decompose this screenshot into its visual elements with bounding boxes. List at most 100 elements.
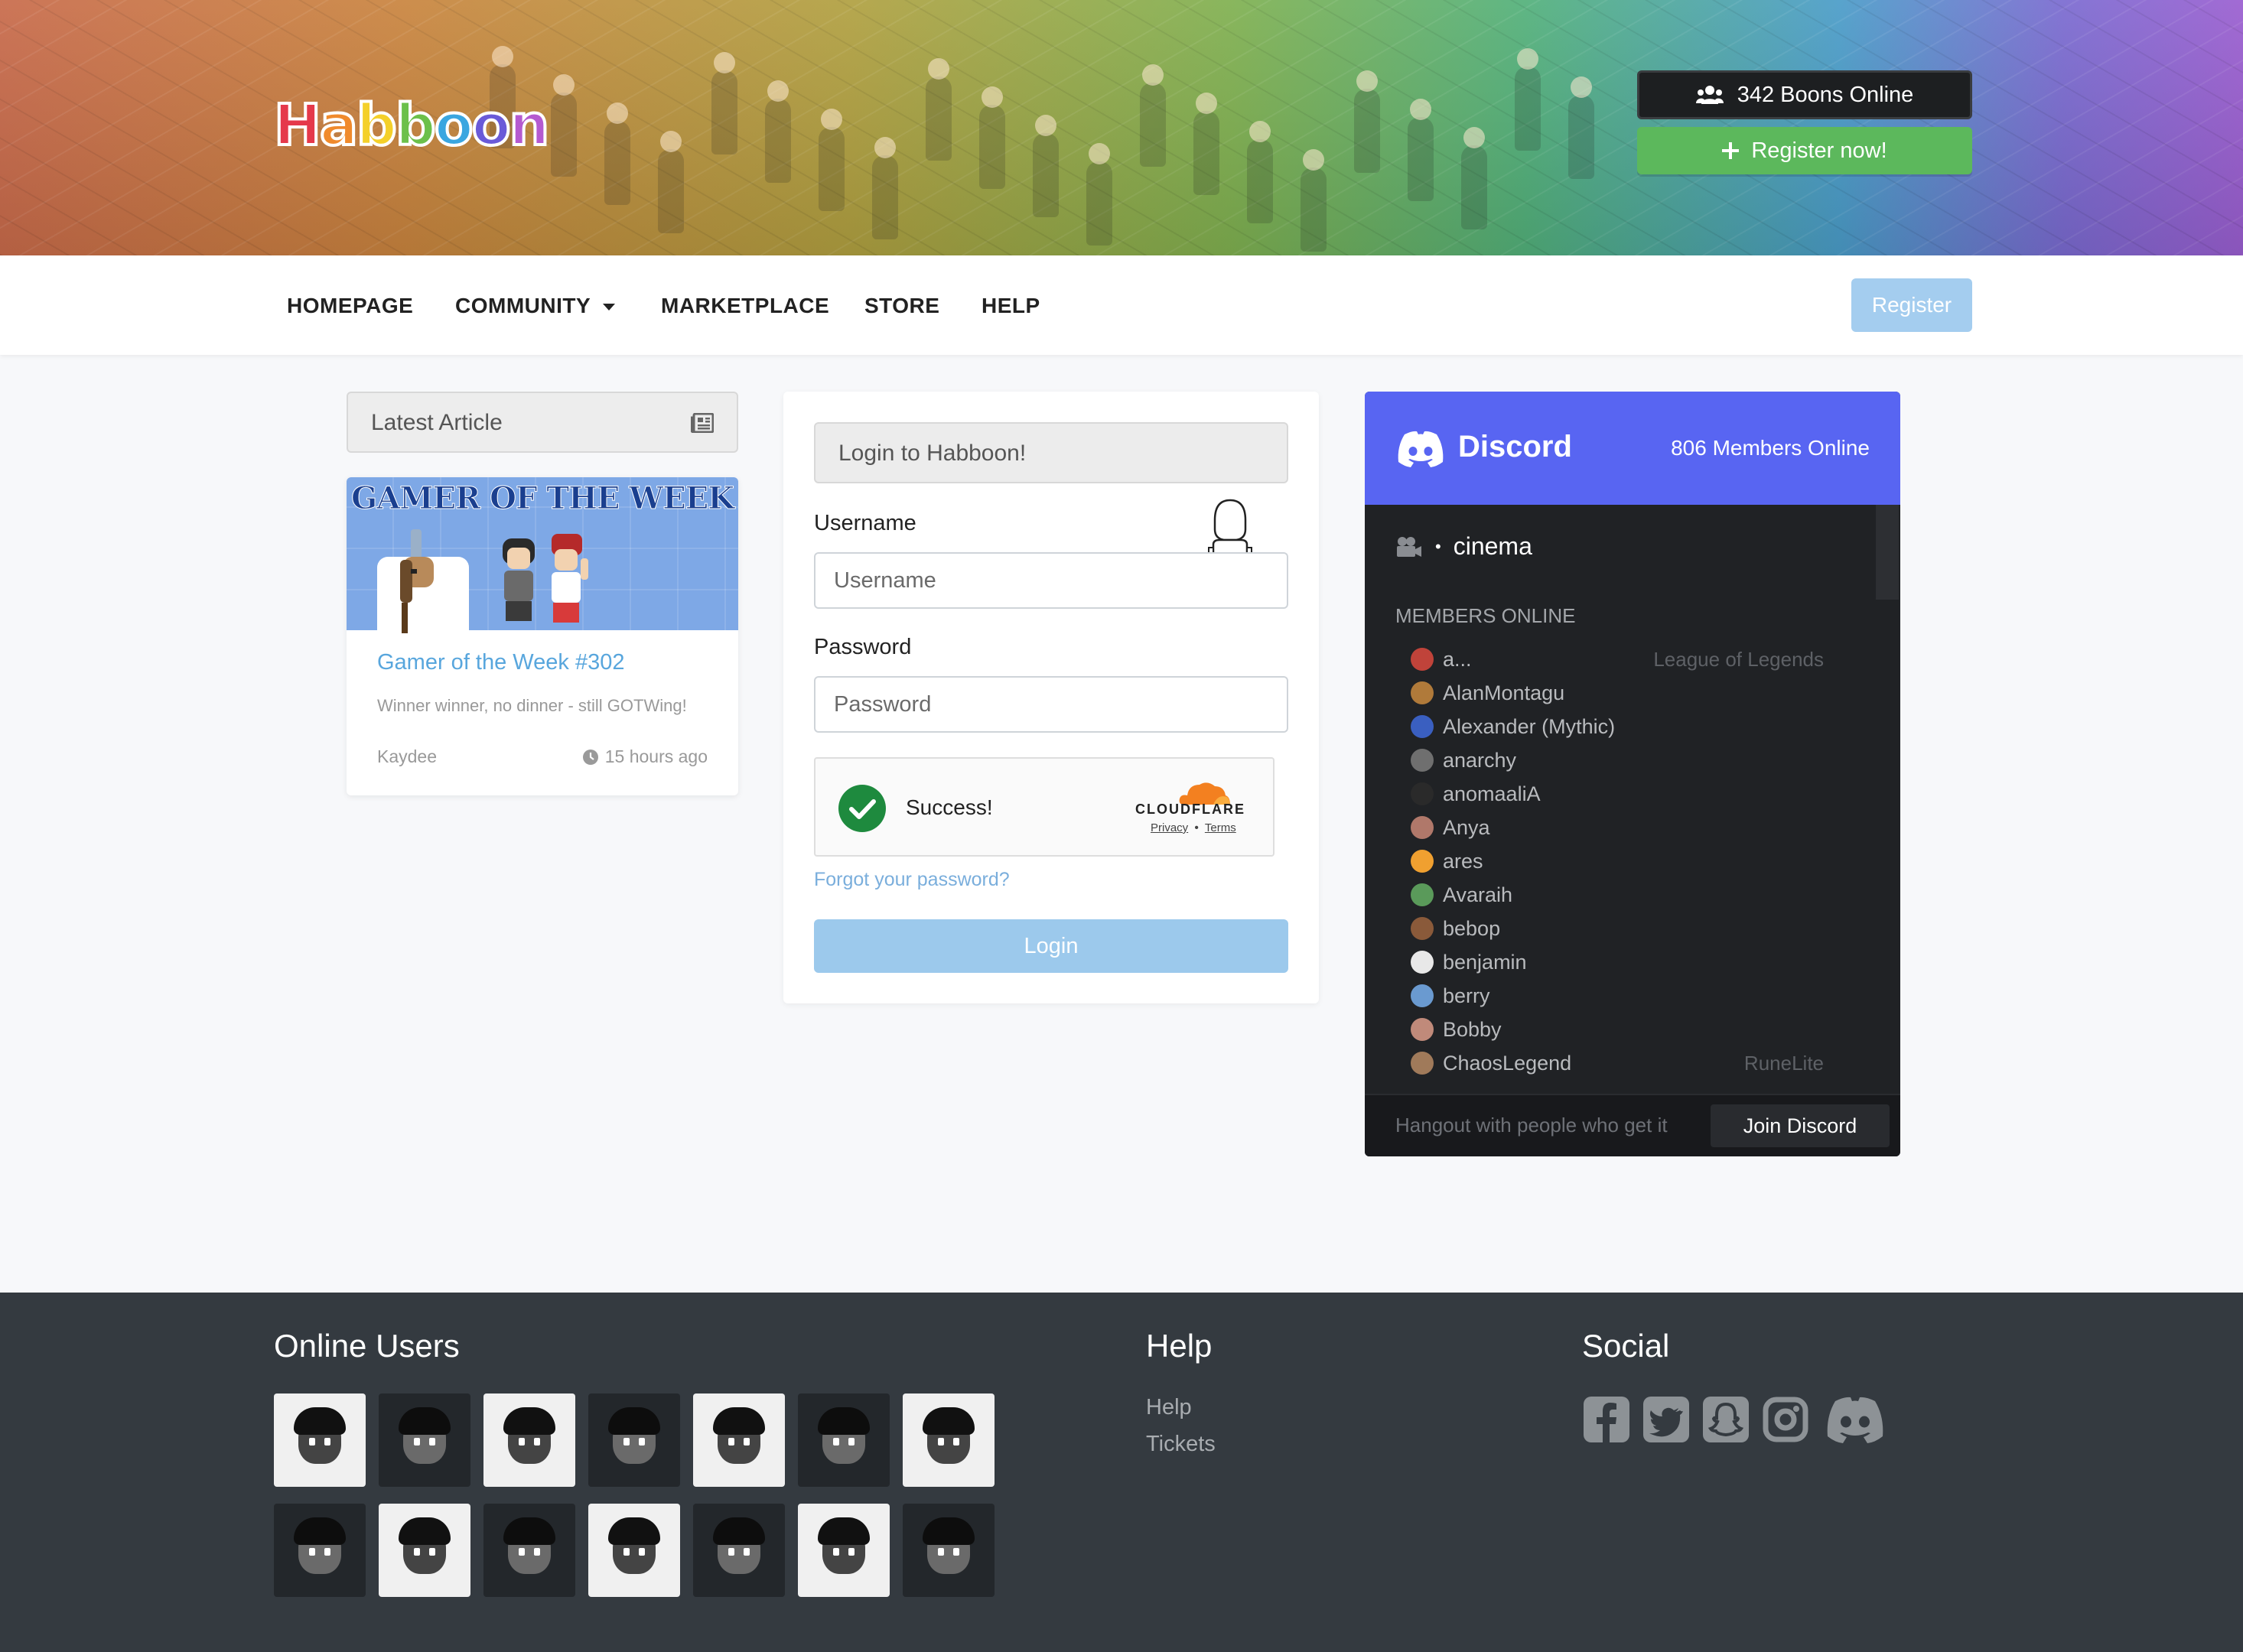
logo-letter: o <box>470 92 513 159</box>
site-logo[interactable]: Habboon <box>272 92 551 159</box>
discord-member-row[interactable]: Anya <box>1411 812 1877 843</box>
forgot-password-link[interactable]: Forgot your password? <box>814 869 1010 891</box>
nav-marketplace[interactable]: MARKETPLACE <box>661 294 829 318</box>
footer-help-link[interactable]: Help <box>1146 1395 1192 1420</box>
discord-member-list: • cinema MEMBERS ONLINE a... League of Le… <box>1365 505 1900 1094</box>
crowd-figure <box>1140 83 1166 167</box>
facebook-icon[interactable] <box>1582 1395 1631 1444</box>
avatar-eye <box>848 1548 855 1556</box>
crowd-head <box>492 46 513 67</box>
logo-letter: b <box>355 92 399 159</box>
avatar-hair <box>713 1407 765 1435</box>
plus-icon <box>1722 142 1740 159</box>
member-avatar <box>1411 681 1434 704</box>
join-discord-button[interactable]: Join Discord <box>1711 1104 1890 1147</box>
member-name: benjamin <box>1443 950 1527 974</box>
member-avatar <box>1411 782 1434 805</box>
crowd-head <box>1249 121 1271 142</box>
online-user-avatar[interactable] <box>588 1393 680 1487</box>
member-avatar <box>1411 1052 1434 1075</box>
crowd-head <box>1303 149 1324 171</box>
boons-online-badge: 342 Boons Online <box>1637 70 1972 119</box>
password-input[interactable] <box>814 676 1288 733</box>
discord-member-row[interactable]: bebop <box>1411 913 1877 944</box>
nav-help[interactable]: HELP <box>982 294 1040 318</box>
discord-member-row[interactable]: Bobby <box>1411 1014 1877 1045</box>
discord-member-row[interactable]: anarchy <box>1411 745 1877 776</box>
discord-member-row[interactable]: ChaosLegend RuneLite <box>1411 1048 1877 1078</box>
discord-member-row[interactable]: anomaaliA <box>1411 779 1877 809</box>
online-user-avatar[interactable] <box>483 1504 575 1597</box>
avatar-hair <box>294 1517 346 1545</box>
online-user-avatar[interactable] <box>693 1393 785 1487</box>
nav-homepage[interactable]: HOMEPAGE <box>287 294 413 318</box>
member-name: ares <box>1443 849 1483 873</box>
avatar-hair <box>399 1517 451 1545</box>
discord-header: Discord 806 Members Online <box>1365 392 1900 505</box>
cloudflare-terms-link[interactable]: Terms <box>1205 821 1236 834</box>
article-card[interactable]: GAMER OF THE WEEK Gamer of the Week #302… <box>347 477 738 795</box>
discord-icon[interactable] <box>1824 1395 1887 1444</box>
nav-community-dropdown[interactable]: COMMUNITY <box>455 294 616 318</box>
caret-down-icon <box>603 304 616 311</box>
crowd-head <box>767 80 789 102</box>
main-navbar: HOMEPAGE COMMUNITY MARKETPLACE STORE HEL… <box>0 255 2243 355</box>
cloudflare-turnstile[interactable]: Success! CLOUDFLARE Privacy • Terms <box>814 757 1275 857</box>
snapchat-icon[interactable] <box>1701 1395 1750 1444</box>
crowd-figure <box>1568 95 1594 179</box>
login-button[interactable]: Login <box>814 919 1288 973</box>
discord-member-row[interactable]: berry <box>1411 980 1877 1011</box>
username-input[interactable] <box>814 552 1288 609</box>
join-discord-label: Join Discord <box>1743 1114 1857 1137</box>
online-user-avatar[interactable] <box>903 1504 995 1597</box>
online-user-avatar[interactable] <box>798 1393 890 1487</box>
online-user-avatar[interactable] <box>693 1504 785 1597</box>
article-title-link[interactable]: Gamer of the Week #302 <box>377 650 624 675</box>
online-user-avatar[interactable] <box>379 1393 470 1487</box>
crowd-head <box>1356 70 1378 92</box>
discord-member-row[interactable]: a... League of Legends <box>1411 644 1877 675</box>
online-user-avatar[interactable] <box>798 1504 890 1597</box>
avatar-eye <box>938 1438 944 1446</box>
latest-article-header: Latest Article <box>347 392 738 453</box>
online-user-avatar[interactable] <box>379 1504 470 1597</box>
nav-register-button[interactable]: Register <box>1851 278 1972 332</box>
avatar-eye <box>639 1438 645 1446</box>
instagram-icon[interactable] <box>1761 1395 1810 1444</box>
crowd-head <box>1571 76 1592 98</box>
member-name: Alexander (Mythic) <box>1443 714 1616 738</box>
nav-register-label: Register <box>1871 293 1952 317</box>
nav-help-label: HELP <box>982 294 1040 317</box>
register-now-button[interactable]: Register now! <box>1637 127 1972 174</box>
discord-channel[interactable]: • cinema <box>1395 532 1532 561</box>
crowd-figure <box>551 93 577 177</box>
crowd-head <box>982 86 1003 108</box>
avatar-hair <box>818 1407 870 1435</box>
member-avatar <box>1411 917 1434 940</box>
crowd-head <box>660 131 682 152</box>
twitter-icon[interactable] <box>1642 1395 1691 1444</box>
article-description: Winner winner, no dinner - still GOTWing… <box>377 696 687 715</box>
online-user-avatar[interactable] <box>483 1393 575 1487</box>
discord-member-row[interactable]: Avaraih <box>1411 880 1877 910</box>
footer-tickets-link[interactable]: Tickets <box>1146 1432 1216 1457</box>
clock-icon <box>582 749 598 765</box>
discord-member-row[interactable]: Alexander (Mythic) <box>1411 711 1877 742</box>
discord-member-row[interactable]: benjamin <box>1411 947 1877 977</box>
discord-member-row[interactable]: AlanMontagu <box>1411 678 1877 708</box>
online-user-avatar[interactable] <box>274 1504 366 1597</box>
discord-widget: Discord 806 Members Online • cinema MEMB… <box>1365 392 1900 1156</box>
cloudflare-privacy-link[interactable]: Privacy <box>1151 821 1188 834</box>
online-user-avatar[interactable] <box>588 1504 680 1597</box>
avatar-hair <box>608 1407 660 1435</box>
discord-scrollbar[interactable] <box>1876 505 1899 600</box>
online-user-avatar[interactable] <box>274 1393 366 1487</box>
login-header-title: Login to Habboon! <box>838 441 1027 466</box>
habbo-figures-image <box>503 534 588 623</box>
discord-member-row[interactable]: ares <box>1411 846 1877 876</box>
nav-store[interactable]: STORE <box>864 294 939 318</box>
crowd-head <box>1196 93 1217 114</box>
crowd-head <box>1142 64 1164 86</box>
member-avatar <box>1411 883 1434 906</box>
online-user-avatar[interactable] <box>903 1393 995 1487</box>
